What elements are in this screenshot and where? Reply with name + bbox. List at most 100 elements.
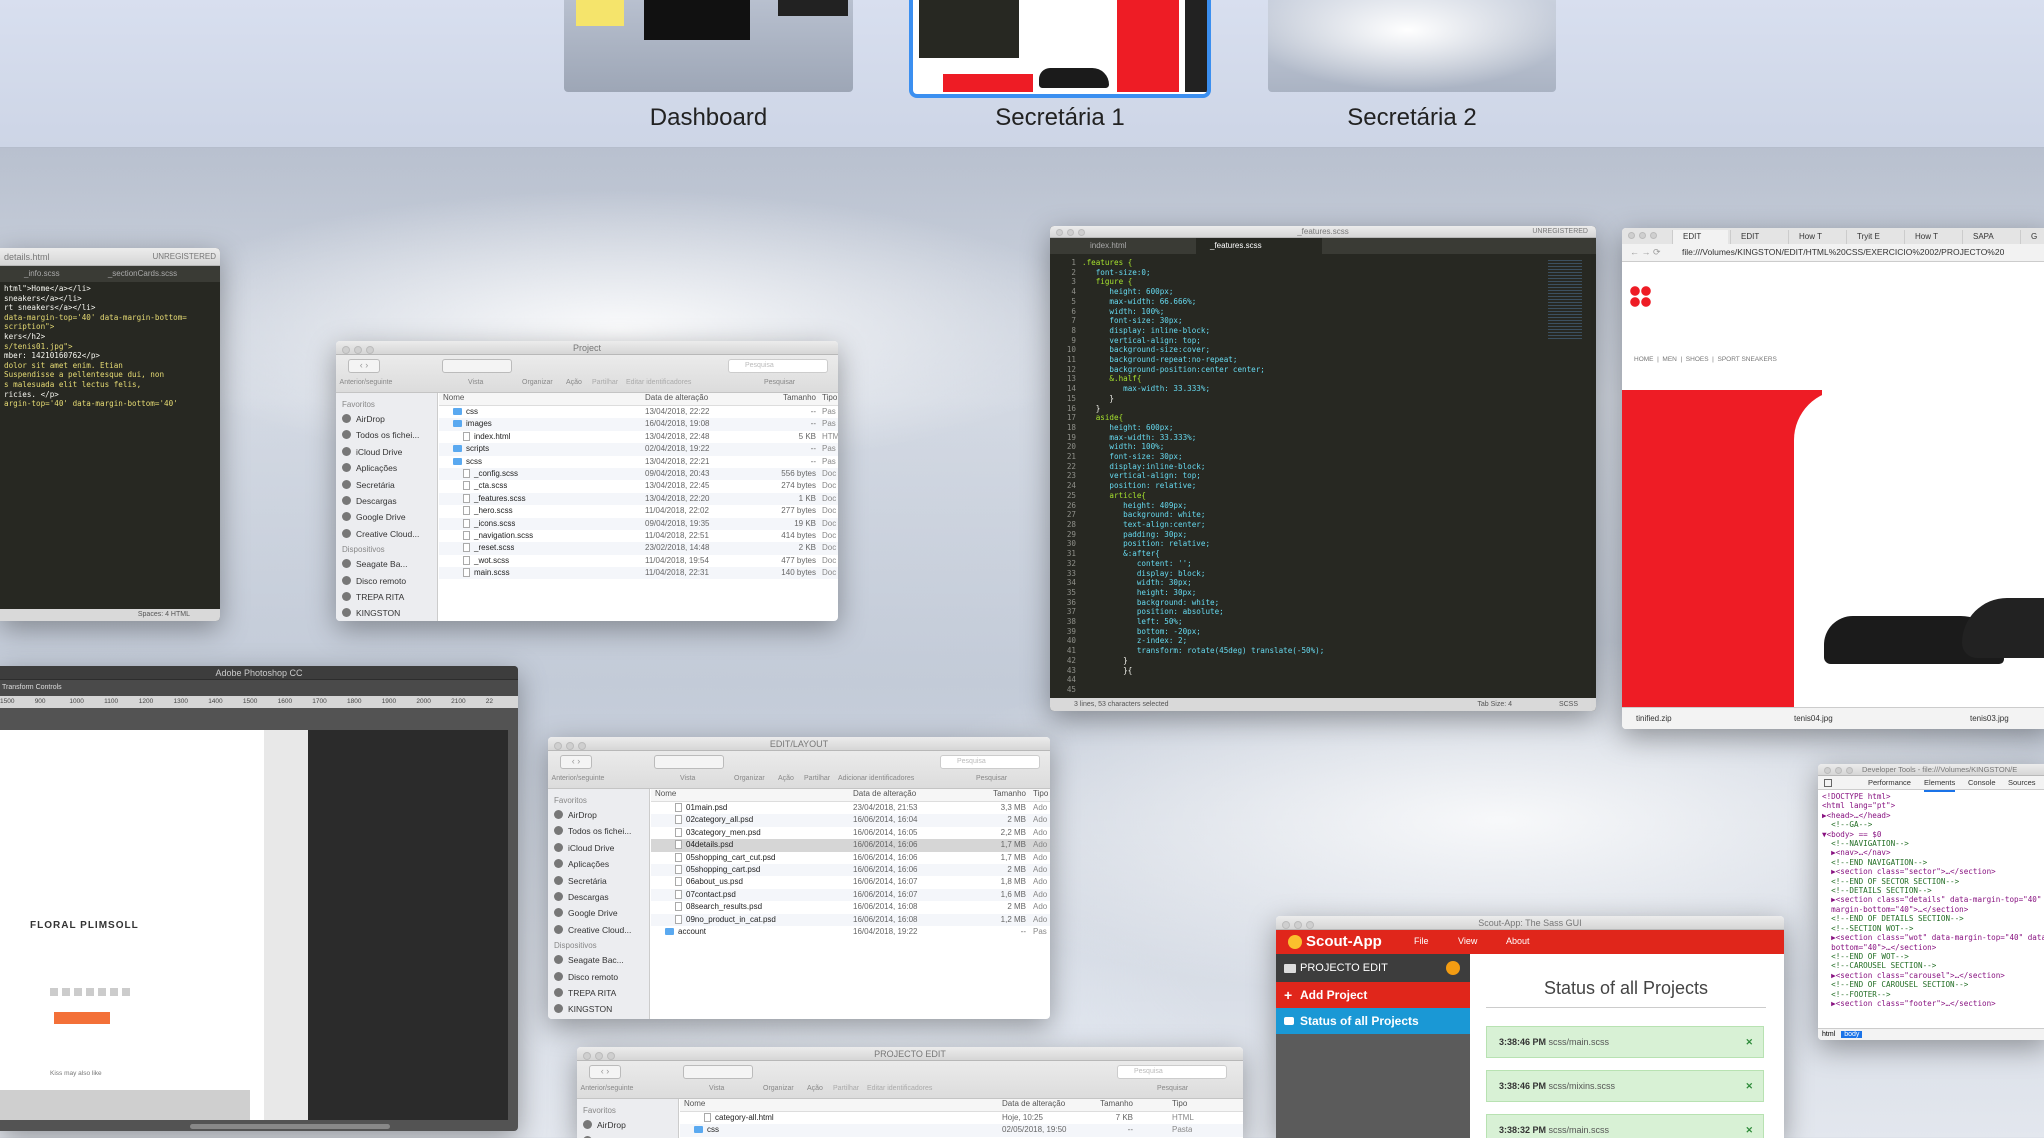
column-header[interactable]: Tipo (1172, 1099, 1187, 1108)
back-forward-buttons[interactable]: ‹ › (560, 755, 592, 769)
file-row[interactable]: images 16/04/2018, 19:08 -- Pas (439, 418, 838, 431)
file-row[interactable]: _icons.scss 09/04/2018, 19:35 19 KB Doc (439, 517, 838, 530)
sidebar-item[interactable]: Secretária (342, 477, 431, 493)
crumb-html[interactable]: html (1822, 1031, 1835, 1038)
file-row[interactable]: scss 13/04/2018, 22:21 -- Pas (439, 456, 838, 468)
browser-tab[interactable]: EDIT (1672, 230, 1728, 244)
column-header[interactable]: Nome (655, 789, 676, 798)
sublime-window-details[interactable]: details.html UNREGISTERED _info.scss _sec… (0, 248, 220, 621)
close-icon[interactable]: ✕ (1745, 1027, 1753, 1057)
file-row[interactable]: css 02/05/2018, 19:50 -- Pasta (680, 1124, 1243, 1137)
space-thumb-secretaria-1[interactable] (909, 0, 1211, 98)
browser-tab[interactable]: How T (1904, 230, 1960, 244)
file-row[interactable]: scripts 02/04/2018, 19:22 -- Pas (439, 443, 838, 456)
column-header[interactable]: Tamanho (1100, 1099, 1133, 1108)
file-row[interactable]: _wot.scss 11/04/2018, 19:54 477 bytes Doc (439, 555, 838, 567)
column-header[interactable]: Tamanho (993, 789, 1026, 798)
column-header[interactable]: Nome (443, 393, 464, 402)
tab-console[interactable]: Console (1968, 776, 1996, 790)
tab-performance[interactable]: Performance (1868, 776, 1911, 790)
sidebar-item[interactable]: iCloud Drive (342, 444, 431, 460)
sidebar-item[interactable]: Disco remoto (554, 969, 643, 985)
sidebar-item[interactable]: Descargas (554, 889, 643, 905)
sidebar-item[interactable]: Creative Cloud... (342, 526, 431, 542)
search-input[interactable]: Pesquisa (728, 359, 828, 373)
tab-elements[interactable]: Elements (1924, 776, 1956, 792)
file-row[interactable]: category-all.html Hoje, 10:25 7 KB HTML (680, 1112, 1243, 1124)
browser-tab[interactable]: How T (1788, 230, 1844, 244)
column-header[interactable]: Data de alteração (1002, 1099, 1065, 1108)
file-row[interactable]: 01main.psd 23/04/2018, 21:53 3,3 MB Ado (651, 802, 1050, 814)
file-row[interactable]: 08search_results.psd 16/06/2014, 16:08 2 M… (651, 901, 1050, 913)
file-row[interactable]: css 13/04/2018, 22:22 -- Pas (439, 406, 838, 418)
canvas-doc[interactable]: FLORAL PLIMSOLL Kiss may also like (0, 730, 264, 1120)
finder-window-projecto-edit[interactable]: PROJECTO EDIT ‹ › Anterior/seguinte Vist… (577, 1047, 1243, 1138)
file-row[interactable]: 05shopping_cart.psd 16/06/2014, 16:06 2 MB… (651, 863, 1050, 877)
nav-buttons[interactable]: ← → ⟳ (1630, 247, 1661, 258)
menu-about[interactable]: About (1506, 936, 1530, 946)
menu-file[interactable]: File (1414, 936, 1429, 946)
site-logo[interactable] (1630, 286, 1652, 308)
sidebar-item[interactable]: Todos os fichei... (554, 823, 643, 839)
sidebar-item[interactable]: Aplicações (342, 460, 431, 476)
view-buttons[interactable] (442, 359, 512, 373)
sidebar-item[interactable]: Google Drive (342, 509, 431, 525)
scout-app-window[interactable]: Scout-App: The Sass GUI Scout-App File V… (1276, 916, 1784, 1138)
sidebar-item[interactable]: KINGSTON (554, 1001, 643, 1017)
close-icon[interactable]: ✕ (1745, 1071, 1753, 1101)
sidebar-item[interactable]: Google Drive (554, 905, 643, 921)
view-buttons[interactable] (683, 1065, 753, 1079)
browser-tab[interactable]: G (2020, 230, 2044, 244)
photoshop-window[interactable]: Adobe Photoshop CC Transform Controls 15… (0, 666, 518, 1131)
sidebar-item[interactable]: Seagate Bac... (554, 952, 643, 968)
space-thumb-secretaria-2[interactable] (1268, 0, 1556, 92)
download-item[interactable]: tenis04.jpg (1794, 708, 1833, 729)
sidebar-item[interactable]: Todos os fichei... (583, 1133, 672, 1138)
tab-section-cards[interactable]: _sectionCards.scss (108, 269, 177, 278)
file-row[interactable]: index.html 13/04/2018, 22:48 5 KB HTM (439, 431, 838, 443)
file-row[interactable]: 04details.psd 16/06/2014, 16:06 1,7 MB Ado (651, 839, 1050, 852)
file-row[interactable]: main.scss 11/04/2018, 22:31 140 bytes Doc (439, 567, 838, 580)
browser-tab[interactable]: EDIT (1730, 230, 1786, 244)
back-forward-buttons[interactable]: ‹ › (589, 1065, 621, 1079)
sidebar-item[interactable]: AirDrop (342, 411, 431, 427)
browser-window[interactable]: EDIT EDIT How T Tryit E How T SAPA G ← → ⟳ fil… (1622, 228, 2044, 729)
minimap[interactable] (1548, 260, 1582, 340)
add-project-button[interactable]: + Add Project (1276, 982, 1470, 1008)
code-area[interactable]: html">Home</a></li> sneakers</a></li> rt s… (0, 282, 220, 602)
url-field[interactable]: file:///Volumes/KINGSTON/EDIT/HTML%20CSS… (1682, 247, 2004, 257)
crumb-sport[interactable]: SPORT SNEAKERS (1717, 356, 1776, 363)
sidebar-item[interactable]: Secretária (554, 873, 643, 889)
sidebar-item[interactable]: Todos os fichei... (342, 427, 431, 443)
code-area[interactable]: .features { font-size:0; figure { height… (1078, 256, 1548, 676)
inspect-icon[interactable] (1824, 779, 1832, 787)
file-row[interactable]: 05shopping_cart_cut.psd 16/06/2014, 16:06… (651, 852, 1050, 864)
column-header[interactable]: Nome (684, 1099, 705, 1108)
column-header[interactable]: Tipo (1033, 789, 1048, 798)
sidebar-item[interactable]: Aplicações (554, 856, 643, 872)
file-row[interactable]: _navigation.scss 11/04/2018, 22:51 414 byt… (439, 530, 838, 542)
sidebar-item[interactable]: TREPA RITA (342, 589, 431, 605)
file-row[interactable]: _hero.scss 11/04/2018, 22:02 277 bytes Doc (439, 505, 838, 517)
sidebar-item[interactable]: AirDrop (554, 807, 643, 823)
crumb-home[interactable]: HOME (1634, 356, 1654, 363)
devtools-window[interactable]: Developer Tools - file:///Volumes/KINGST… (1818, 764, 2044, 1040)
crumb-body[interactable]: body (1841, 1031, 1863, 1038)
search-input[interactable]: Pesquisa (1117, 1065, 1227, 1079)
sidebar-item[interactable]: iCloud Drive (554, 840, 643, 856)
browser-tab[interactable]: Tryit E (1846, 230, 1902, 244)
file-row[interactable]: _cta.scss 13/04/2018, 22:45 274 bytes Doc (439, 480, 838, 492)
status-nav-button[interactable]: Status of all Projects (1276, 1008, 1470, 1034)
scrollbar[interactable] (190, 1124, 390, 1129)
column-header[interactable]: Tamanho (783, 393, 816, 402)
dom-tree[interactable]: <!DOCTYPE html> <html lang="pt"> ▶<head>…<… (1818, 790, 2044, 1026)
menu-view[interactable]: View (1458, 936, 1477, 946)
column-header[interactable]: Tipo (822, 393, 837, 402)
crumb-men[interactable]: MEN (1662, 356, 1676, 363)
file-row[interactable]: _features.scss 13/04/2018, 22:20 1 KB Doc (439, 492, 838, 506)
view-buttons[interactable] (654, 755, 724, 769)
sidebar-item[interactable]: Descargas (342, 493, 431, 509)
sublime-window-features[interactable]: _features.scss UNREGISTERED index.html _… (1050, 226, 1596, 711)
finder-window-edit-layout[interactable]: EDIT/LAYOUT ‹ › Anterior/seguinte Vista … (548, 737, 1050, 1019)
sidebar-item[interactable]: TREPA RITA (554, 985, 643, 1001)
